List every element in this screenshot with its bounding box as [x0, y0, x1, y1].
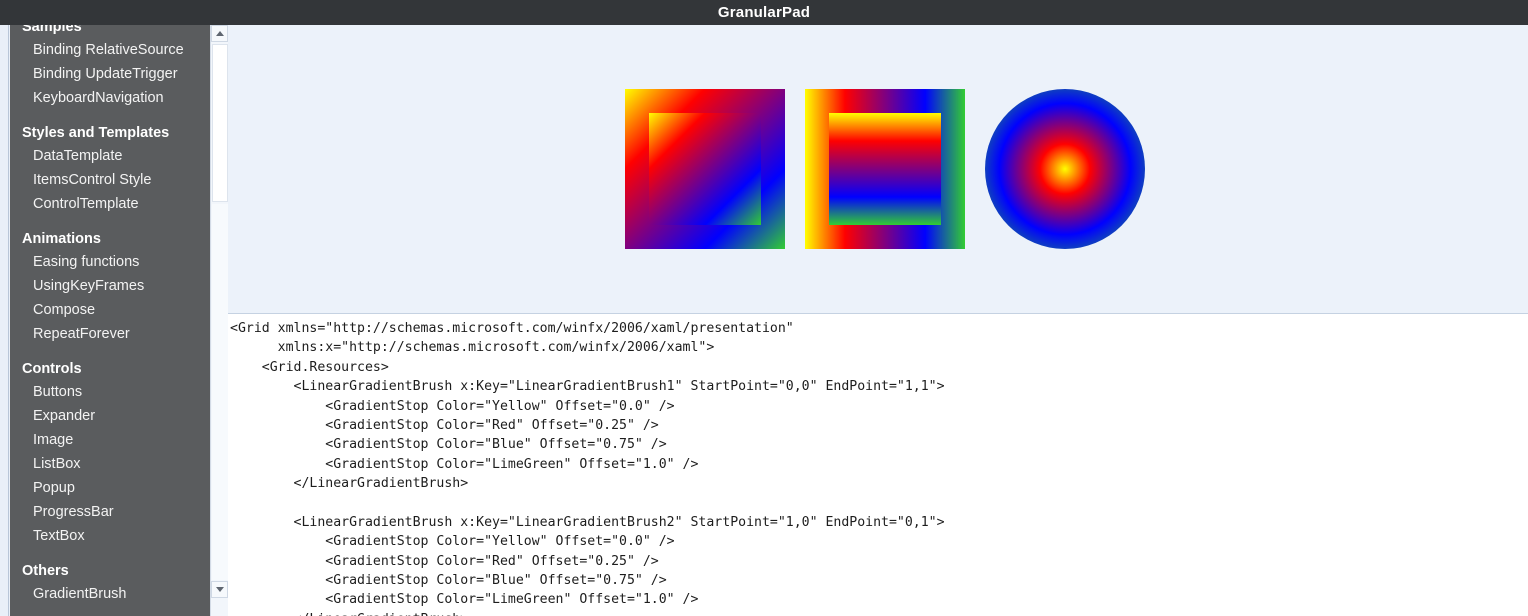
window-title-bar: GranularPad: [0, 0, 1528, 25]
sidebar-item-progressbar[interactable]: ProgressBar: [10, 500, 210, 524]
sidebar-item-repeatforever[interactable]: RepeatForever: [10, 322, 210, 346]
code-line: <GradientStop Color="Blue" Offset="0.75"…: [230, 573, 667, 589]
sidebar-item-textbox[interactable]: TextBox: [10, 524, 210, 548]
sidebar-item-buttons[interactable]: Buttons: [10, 380, 210, 404]
code-line: xmlns:x="http://schemas.microsoft.com/wi…: [230, 340, 715, 356]
sidebar-item-compose[interactable]: Compose: [10, 298, 210, 322]
linear-gradient-banded-square-inner: [829, 113, 941, 225]
linear-gradient-diagonal-square-inner: [649, 113, 761, 225]
code-line: <GradientStop Color="Red" Offset="0.25" …: [230, 417, 659, 433]
gradient-shapes-row: [625, 89, 1145, 249]
sidebar-item-gradientbrush[interactable]: GradientBrush: [10, 582, 210, 606]
sidebar-item-datatemplate[interactable]: DataTemplate: [10, 144, 210, 168]
xaml-code-pane[interactable]: <Grid xmlns="http://schemas.microsoft.co…: [228, 315, 1528, 616]
linear-gradient-banded-square: [805, 89, 965, 249]
gradient-preview-pane: [228, 25, 1528, 314]
code-line: <GradientStop Color="Yellow" Offset="0.0…: [230, 534, 675, 550]
sidebar-item-binding-updatetrigger[interactable]: Binding UpdateTrigger: [10, 62, 210, 86]
sidebar-item-easing-functions[interactable]: Easing functions: [10, 250, 210, 274]
xaml-code-text: <Grid xmlns="http://schemas.microsoft.co…: [228, 319, 1528, 616]
sidebar-scrollbar-track[interactable]: [212, 204, 228, 580]
sidebar-item-listbox[interactable]: ListBox: [10, 452, 210, 476]
sidebar-group-header-animations: Animations: [22, 231, 101, 247]
code-line: <GradientStop Color="Blue" Offset="0.75"…: [230, 437, 667, 453]
sidebar-scrollbar[interactable]: [210, 22, 228, 616]
code-line: <GradientStop Color="LimeGreen" Offset="…: [230, 456, 699, 472]
code-line: <LinearGradientBrush x:Key="LinearGradie…: [230, 379, 945, 395]
sidebar-scrollbar-thumb[interactable]: [212, 44, 228, 202]
code-line: <GradientStop Color="Yellow" Offset="0.0…: [230, 398, 675, 414]
linear-gradient-diagonal-square: [625, 89, 785, 249]
sidebar-item-usingkeyframes[interactable]: UsingKeyFrames: [10, 274, 210, 298]
code-line: </LinearGradientBrush>: [230, 610, 1528, 616]
code-line: </LinearGradientBrush>: [230, 476, 469, 492]
code-line: <Grid.Resources>: [230, 359, 389, 375]
code-line: <GradientStop Color="LimeGreen" Offset="…: [230, 592, 699, 608]
sidebar-item-image[interactable]: Image: [10, 428, 210, 452]
window-title: GranularPad: [717, 4, 811, 21]
code-line: <LinearGradientBrush x:Key="LinearGradie…: [230, 514, 945, 530]
sidebar-group-header-styles-and-templates: Styles and Templates: [22, 125, 170, 141]
sidebar-left-edge: [0, 0, 9, 616]
sidebar-item-popup[interactable]: Popup: [10, 476, 210, 500]
scroll-down-arrow-icon[interactable]: [211, 581, 228, 598]
code-line: <Grid xmlns="http://schemas.microsoft.co…: [230, 321, 794, 336]
application-window: GranularPad Samples Binding RelativeSour…: [0, 0, 1528, 616]
scroll-up-arrow-icon[interactable]: [211, 25, 228, 42]
sidebar-panel: Samples Binding RelativeSource Binding Up…: [0, 0, 228, 616]
samples-scroll-content: Samples Binding RelativeSource Binding Up…: [10, 22, 210, 616]
sidebar-item-itemscontrol-style[interactable]: ItemsControl Style: [10, 168, 210, 192]
code-line: <GradientStop Color="Red" Offset="0.25" …: [230, 553, 659, 569]
sidebar-item-controltemplate[interactable]: ControlTemplate: [10, 192, 210, 216]
sidebar-group-header-others: Others: [22, 563, 69, 579]
sidebar-group-header-controls: Controls: [22, 361, 82, 377]
sidebar-item-expander[interactable]: Expander: [10, 404, 210, 428]
radial-gradient-circle: [985, 89, 1145, 249]
samples-navigation-list[interactable]: Samples Binding RelativeSource Binding Up…: [10, 22, 210, 616]
sidebar-item-binding-relativesource[interactable]: Binding RelativeSource: [10, 38, 210, 62]
sidebar-item-keyboardnavigation[interactable]: KeyboardNavigation: [10, 86, 210, 110]
